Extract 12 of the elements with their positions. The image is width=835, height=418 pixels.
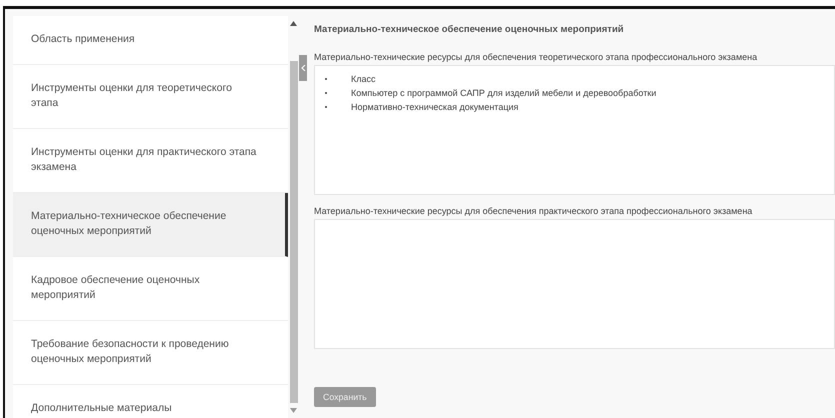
section-title: Материально-техническое обеспечение оценочных мероприятий <box>314 22 625 36</box>
sidebar-item[interactable]: Материально-техническое обеспечение оценочных мероприятий <box>13 193 288 257</box>
list-item: Нормативно-техническая документация <box>351 101 518 114</box>
text-area-field[interactable]: Класс Компьютер с программой САПР для изделий мебели и деревообработки Нормативно-техническая документация <box>314 65 835 195</box>
list-item: Компьютер с программой САПР для изделий мебели и деревообработки <box>351 87 656 100</box>
field-label: Материально-технические ресурсы для обеспечения практического этапа профессионального экзамена <box>314 206 754 218</box>
text-area-field[interactable] <box>314 219 835 349</box>
collapse-handle[interactable] <box>299 55 307 81</box>
scroll-down-arrow-icon[interactable] <box>290 408 297 413</box>
field-label: Материально-технические ресурсы для обеспечения теоретического этапа профессионального экзамена <box>314 52 758 64</box>
scroll-up-arrow-icon[interactable] <box>290 21 297 26</box>
list-item: Класс <box>351 73 376 86</box>
